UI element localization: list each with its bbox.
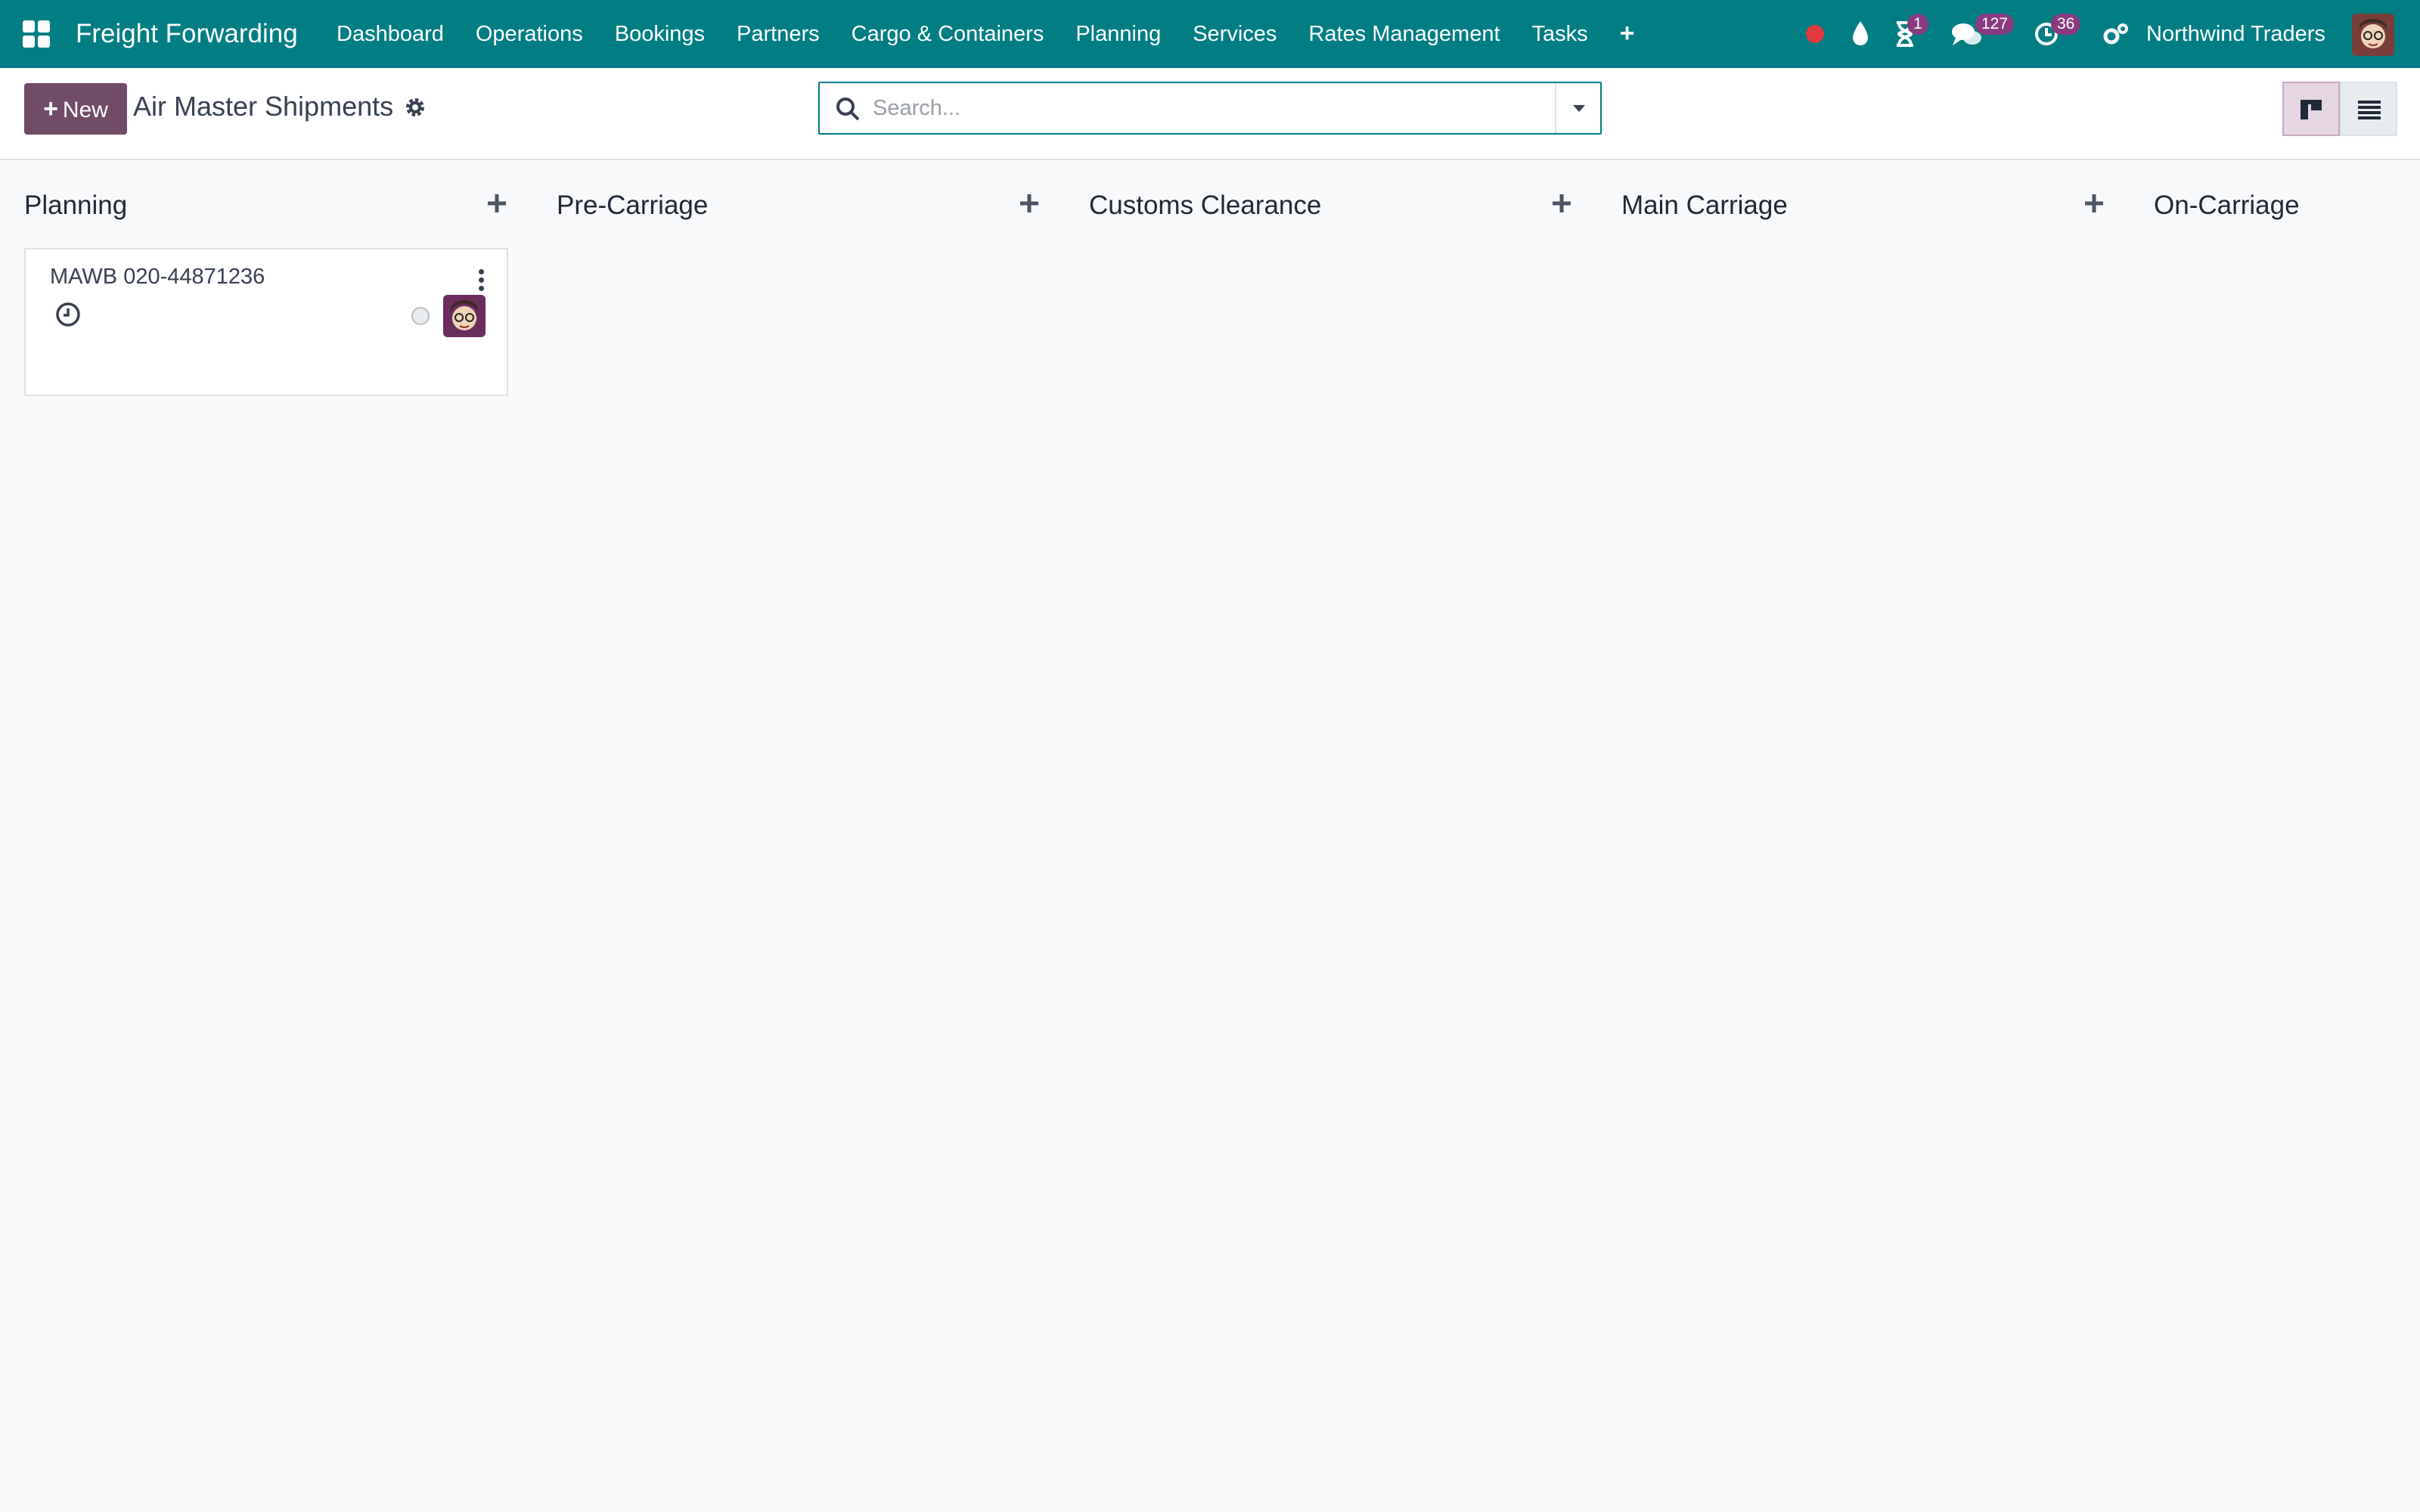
menu-item-rates-management[interactable]: Rates Management	[1292, 0, 1516, 68]
kebab-icon[interactable]	[476, 268, 486, 293]
plus-icon[interactable]	[2083, 192, 2105, 215]
new-button-label: New	[62, 98, 108, 122]
column-title[interactable]: Main Carriage	[1621, 191, 1788, 221]
kanban-board: Planning MAWB 020-44871236 Pre-Carriage …	[0, 160, 2420, 1512]
view-switcher	[2282, 82, 2397, 136]
column-title[interactable]: Planning	[24, 191, 127, 221]
new-button[interactable]: + New	[24, 83, 127, 135]
search-options-toggle[interactable]	[1555, 83, 1600, 133]
top-navbar: Freight Forwarding Dashboard Operations …	[0, 0, 2420, 68]
menu-item-partners[interactable]: Partners	[721, 0, 836, 68]
card-assignee-avatar[interactable]	[443, 295, 486, 337]
list-view-icon	[2358, 101, 2381, 119]
clock-icon[interactable]: 36	[2031, 0, 2107, 68]
menu-add-icon[interactable]: +	[1604, 0, 1651, 68]
caret-down-icon	[1573, 105, 1585, 112]
menu-item-cargo-containers[interactable]: Cargo & Containers	[836, 0, 1060, 68]
card-title: MAWB 020-44871236	[50, 265, 265, 289]
main-menu: Dashboard Operations Bookings Partners C…	[321, 0, 1651, 68]
kanban-column-pre-carriage: Pre-Carriage	[557, 160, 1041, 1512]
page-title: Air Master Shipments	[133, 91, 394, 122]
activity-clock-icon[interactable]	[54, 301, 82, 328]
menu-item-operations[interactable]: Operations	[460, 0, 599, 68]
kanban-column-customs-clearance: Customs Clearance	[1089, 160, 1573, 1512]
activity-badge: 1	[1907, 14, 1928, 35]
plus-icon[interactable]	[486, 192, 508, 215]
menu-item-dashboard[interactable]: Dashboard	[321, 0, 460, 68]
menu-item-bookings[interactable]: Bookings	[599, 0, 721, 68]
hourglass-icon[interactable]: 1	[1891, 0, 1951, 68]
column-title[interactable]: Customs Clearance	[1089, 191, 1321, 221]
menu-item-services[interactable]: Services	[1177, 0, 1292, 68]
user-avatar[interactable]	[2352, 14, 2394, 56]
messages-badge: 127	[1975, 14, 2015, 35]
kanban-view-icon	[2301, 100, 2322, 119]
status-circle-icon[interactable]	[411, 307, 430, 325]
water-drop-icon[interactable]	[1848, 0, 1872, 68]
clock-badge: 36	[2051, 14, 2081, 35]
search-bar	[818, 82, 1602, 135]
list-view-button[interactable]	[2340, 82, 2397, 136]
kanban-column-planning: Planning MAWB 020-44871236	[24, 160, 508, 1512]
settings-icon[interactable]	[2101, 0, 2131, 68]
menu-item-tasks[interactable]: Tasks	[1516, 0, 1604, 68]
kanban-column-on-carriage: On-Carriage	[2154, 160, 2420, 1512]
search-icon	[836, 98, 860, 121]
menu-item-planning[interactable]: Planning	[1060, 0, 1177, 68]
kanban-view-button[interactable]	[2282, 82, 2340, 136]
record-dot-icon[interactable]	[1803, 0, 1827, 68]
control-panel: + New Air Master Shipments	[0, 68, 2420, 160]
plus-icon[interactable]	[1550, 192, 1573, 215]
kanban-card[interactable]: MAWB 020-44871236	[24, 248, 508, 396]
apps-grid-icon[interactable]	[21, 19, 51, 49]
gear-icon[interactable]	[403, 95, 427, 119]
column-title[interactable]: Pre-Carriage	[557, 191, 708, 221]
column-title[interactable]: On-Carriage	[2154, 191, 2300, 221]
kanban-column-main-carriage: Main Carriage	[1621, 160, 2105, 1512]
search-input[interactable]	[873, 83, 1538, 133]
app-brand[interactable]: Freight Forwarding	[76, 0, 298, 68]
company-switcher[interactable]: Northwind Traders	[2146, 0, 2325, 68]
plus-icon[interactable]	[1018, 192, 1041, 215]
chat-bubbles-icon[interactable]: 127	[1950, 0, 2025, 68]
